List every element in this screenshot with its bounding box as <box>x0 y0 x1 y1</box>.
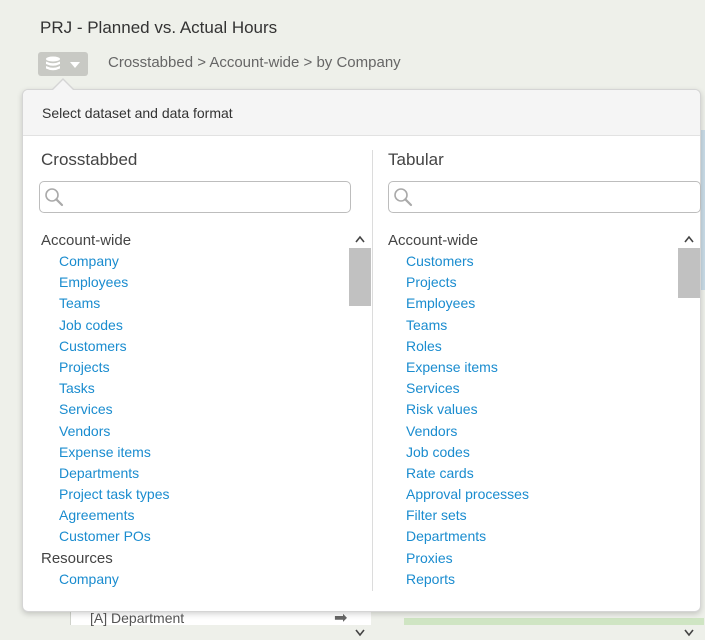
magnifier-icon <box>45 188 64 207</box>
dataset-item[interactable]: Company <box>41 251 346 272</box>
magnifier-icon <box>394 188 413 207</box>
scrollbar-thumb[interactable] <box>349 248 371 306</box>
crosstabbed-scrollbar[interactable] <box>349 230 371 640</box>
dataset-item[interactable]: Tasks <box>41 378 346 399</box>
chevron-up-icon[interactable] <box>354 234 366 244</box>
dataset-item[interactable]: Teams <box>41 293 346 314</box>
caret-down-icon <box>70 62 80 68</box>
dataset-group-label: Account-wide <box>388 232 479 249</box>
popup-header: Select dataset and data format <box>23 90 700 136</box>
chevron-down-icon[interactable] <box>354 628 366 638</box>
dataset-item[interactable]: Projects <box>388 272 678 293</box>
dataset-item[interactable]: Services <box>41 399 346 420</box>
dataset-item[interactable]: Reports <box>388 569 678 590</box>
tabular-title: Tabular <box>388 150 444 169</box>
crosstabbed-search-input[interactable] <box>39 181 351 213</box>
dataset-item[interactable]: Customers <box>388 251 678 272</box>
tabular-column: Tabular Account-wide Customers Projects Emp… <box>372 136 702 637</box>
dataset-item[interactable]: Vendors <box>41 421 346 442</box>
chevron-down-icon[interactable] <box>683 628 695 638</box>
crosstabbed-dataset-list: Account-wide Company Employees Teams Job cod… <box>41 230 346 640</box>
tabular-dataset-list: Account-wide Customers Projects Employees Te… <box>388 230 678 640</box>
dataset-item[interactable]: Risk values <box>388 399 678 420</box>
popup-pointer-fill <box>53 80 73 90</box>
dataset-item[interactable]: Vendors <box>388 421 678 442</box>
dataset-item[interactable]: Job codes <box>388 442 678 463</box>
crosstabbed-column: Crosstabbed Account-wide Company Employees… <box>23 136 372 637</box>
database-icon <box>46 56 60 71</box>
dataset-item[interactable]: Employees <box>41 272 346 293</box>
dataset-item[interactable]: Company <box>41 569 346 590</box>
dataset-item[interactable]: Rate cards <box>388 463 678 484</box>
dataset-dropdown-button[interactable] <box>38 52 88 76</box>
page-title: PRJ - Planned vs. Actual Hours <box>40 18 278 37</box>
dataset-item[interactable]: Teams <box>388 315 678 336</box>
dataset-group-label: Account-wide <box>41 232 132 249</box>
dataset-item[interactable]: Expense items <box>388 357 678 378</box>
dataset-item[interactable]: Project task types <box>41 484 346 505</box>
dataset-item[interactable]: Departments <box>388 526 678 547</box>
scrollbar-thumb[interactable] <box>678 248 700 298</box>
dataset-item[interactable]: Proxies <box>388 548 678 569</box>
tabular-search-input[interactable] <box>388 181 701 213</box>
dataset-group-label: Resources <box>41 549 113 567</box>
dataset-item[interactable]: Job codes <box>41 315 346 336</box>
dataset-item[interactable]: Roles <box>388 336 678 357</box>
dataset-item[interactable]: Agreements <box>41 505 346 526</box>
dataset-format-popup: Select dataset and data format Crosstabb… <box>22 89 702 637</box>
dataset-item[interactable]: Departments <box>41 463 346 484</box>
dataset-item[interactable]: Expense items <box>41 442 346 463</box>
crosstabbed-title: Crosstabbed <box>41 150 138 169</box>
dataset-item[interactable]: Approval processes <box>388 484 678 505</box>
dataset-item[interactable]: Customers <box>41 336 346 357</box>
dataset-item[interactable]: Employees <box>388 293 678 314</box>
dataset-item[interactable]: Filter sets <box>388 505 678 526</box>
breadcrumb: Crosstabbed > Account-wide > by Company <box>108 54 401 71</box>
chevron-up-icon[interactable] <box>683 234 695 244</box>
tabular-scrollbar[interactable] <box>678 230 700 640</box>
dataset-item[interactable]: Services <box>388 378 678 399</box>
dataset-item[interactable]: Customer POs <box>41 526 346 547</box>
dataset-item[interactable]: Projects <box>41 357 346 378</box>
